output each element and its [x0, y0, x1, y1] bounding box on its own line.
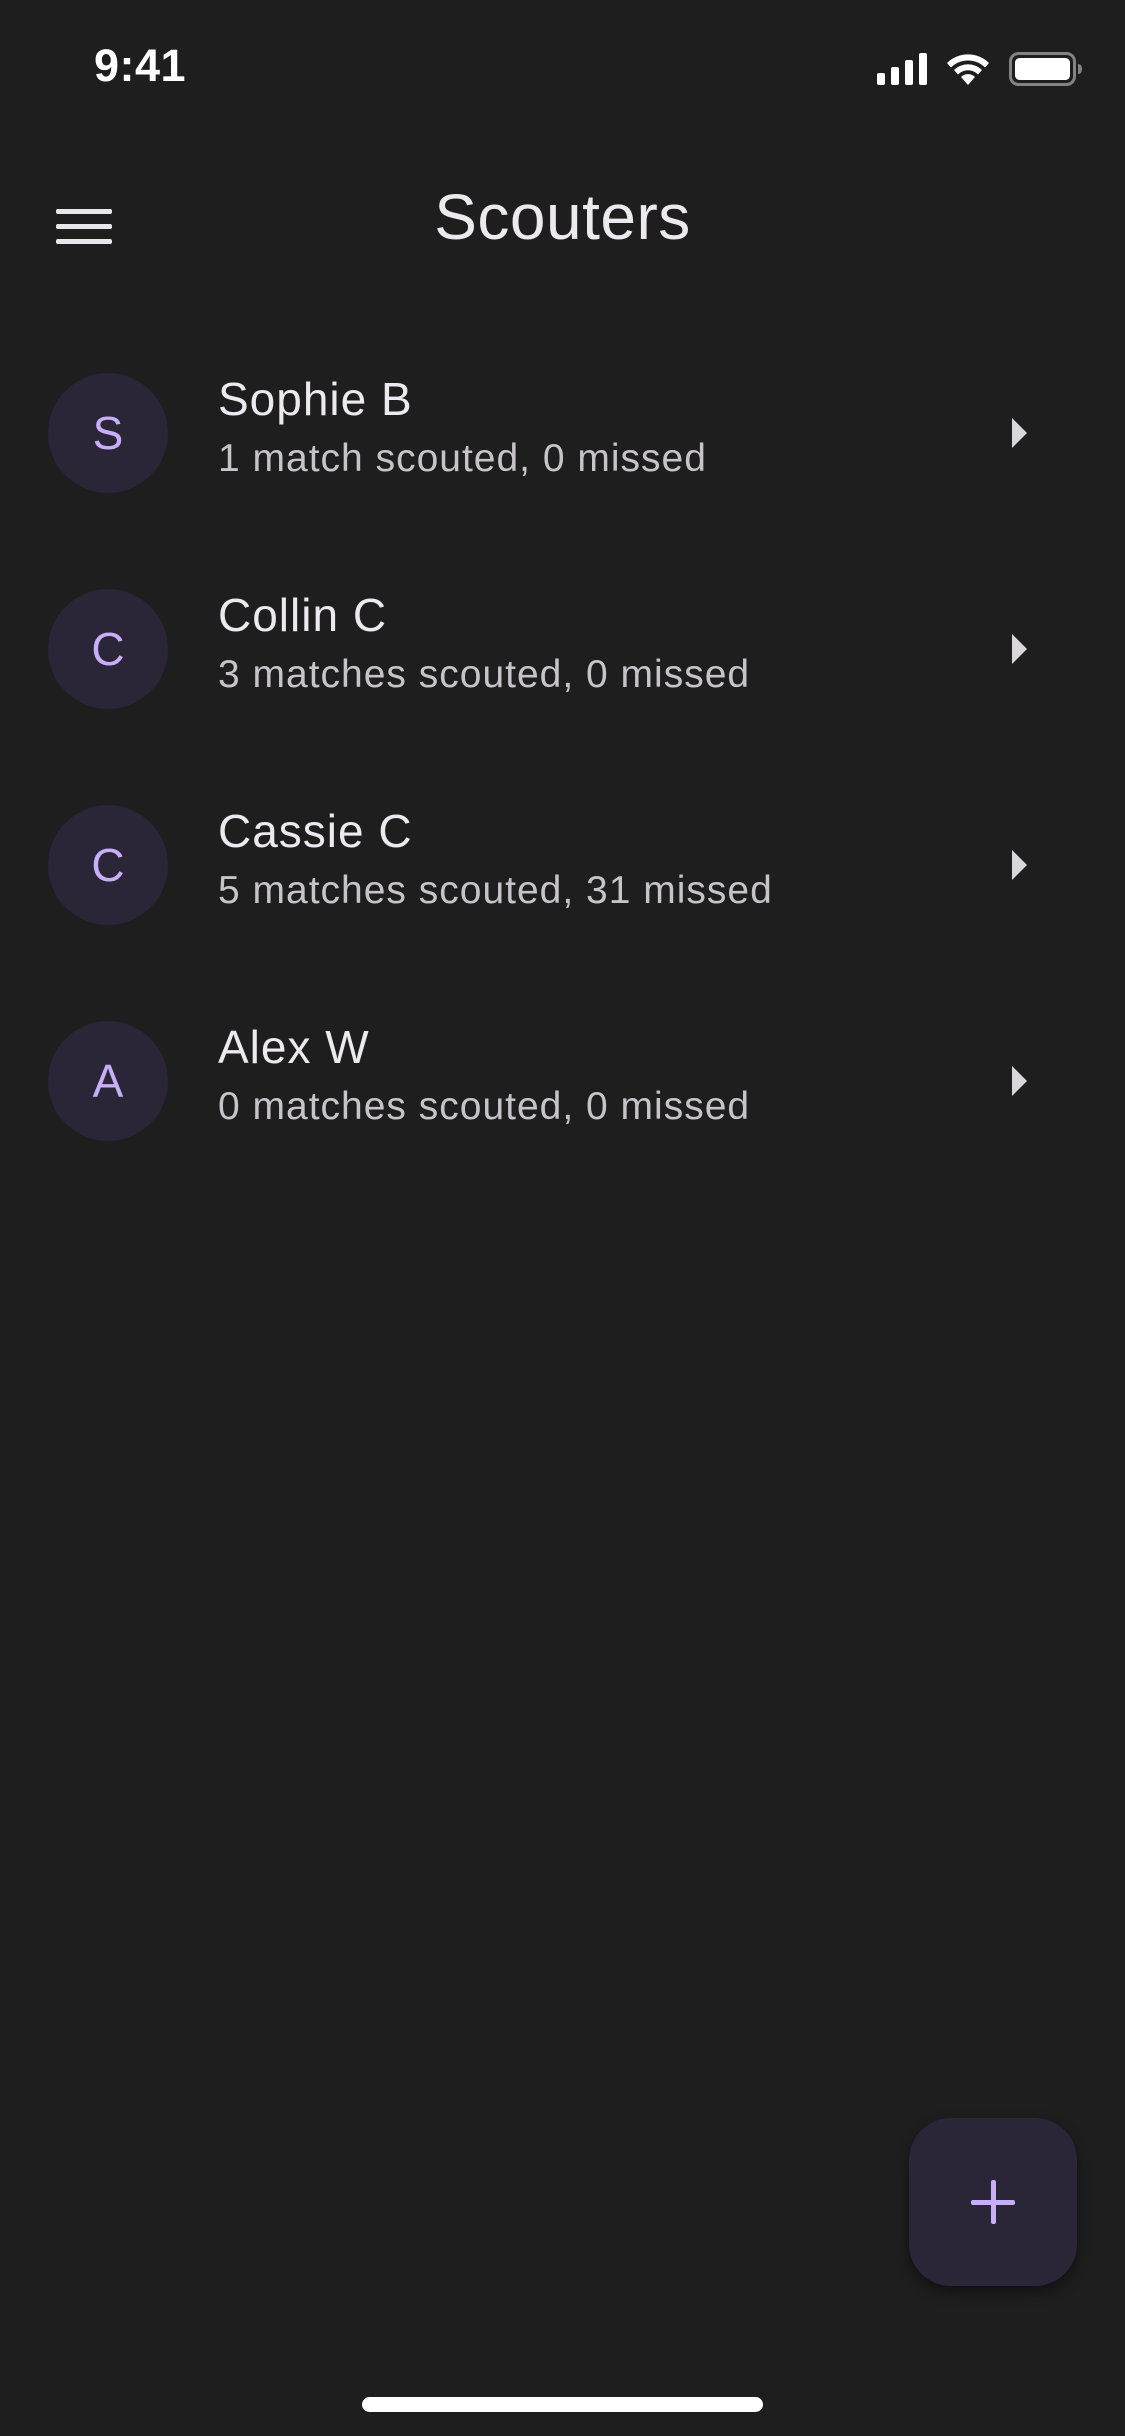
list-item-text: Cassie C 5 matches scouted, 31 missed	[218, 803, 773, 915]
scouter-list: S Sophie B 1 match scouted, 0 missed C C…	[0, 325, 1125, 1189]
scouter-name: Sophie B	[218, 373, 413, 425]
status-time: 9:41	[94, 40, 187, 91]
list-item-scouter[interactable]: C Collin C 3 matches scouted, 0 missed	[0, 541, 1125, 757]
avatar: S	[48, 373, 168, 493]
scouter-stats: 1 match scouted, 0 missed	[218, 437, 707, 480]
list-item-scouter[interactable]: C Cassie C 5 matches scouted, 31 missed	[0, 757, 1125, 973]
page-title: Scouters	[434, 181, 691, 253]
list-item-text: Alex W 0 matches scouted, 0 missed	[218, 1019, 750, 1131]
wifi-icon	[947, 54, 989, 85]
chevron-right-icon	[1012, 1066, 1027, 1096]
scouter-stats: 3 matches scouted, 0 missed	[218, 653, 751, 696]
cellular-signal-icon	[877, 53, 927, 85]
scouter-name: Cassie C	[218, 805, 413, 857]
scouter-stats: 5 matches scouted, 31 missed	[218, 869, 773, 912]
add-scouter-button[interactable]	[909, 2118, 1077, 2286]
home-indicator[interactable]	[362, 2397, 763, 2412]
avatar: A	[48, 1021, 168, 1141]
battery-icon	[1009, 52, 1082, 86]
chevron-right-icon	[1012, 850, 1027, 880]
scouter-stats: 0 matches scouted, 0 missed	[218, 1085, 751, 1128]
chevron-right-icon	[1012, 418, 1027, 448]
list-item-text: Collin C 3 matches scouted, 0 missed	[218, 587, 750, 699]
plus-icon	[971, 2180, 1015, 2224]
status-bar: 9:41	[0, 0, 1125, 140]
avatar: C	[48, 805, 168, 925]
scouter-name: Alex W	[218, 1021, 370, 1073]
scouter-name: Collin C	[218, 589, 388, 641]
chevron-right-icon	[1012, 634, 1027, 664]
avatar: C	[48, 589, 168, 709]
screen: 9:41 Scouters S Sophie B 1 match scouted…	[0, 0, 1125, 2436]
list-item-text: Sophie B 1 match scouted, 0 missed	[218, 371, 707, 483]
list-item-scouter[interactable]: S Sophie B 1 match scouted, 0 missed	[0, 325, 1125, 541]
list-item-scouter[interactable]: A Alex W 0 matches scouted, 0 missed	[0, 973, 1125, 1189]
app-bar: Scouters	[0, 160, 1125, 270]
status-icons	[877, 52, 1083, 86]
